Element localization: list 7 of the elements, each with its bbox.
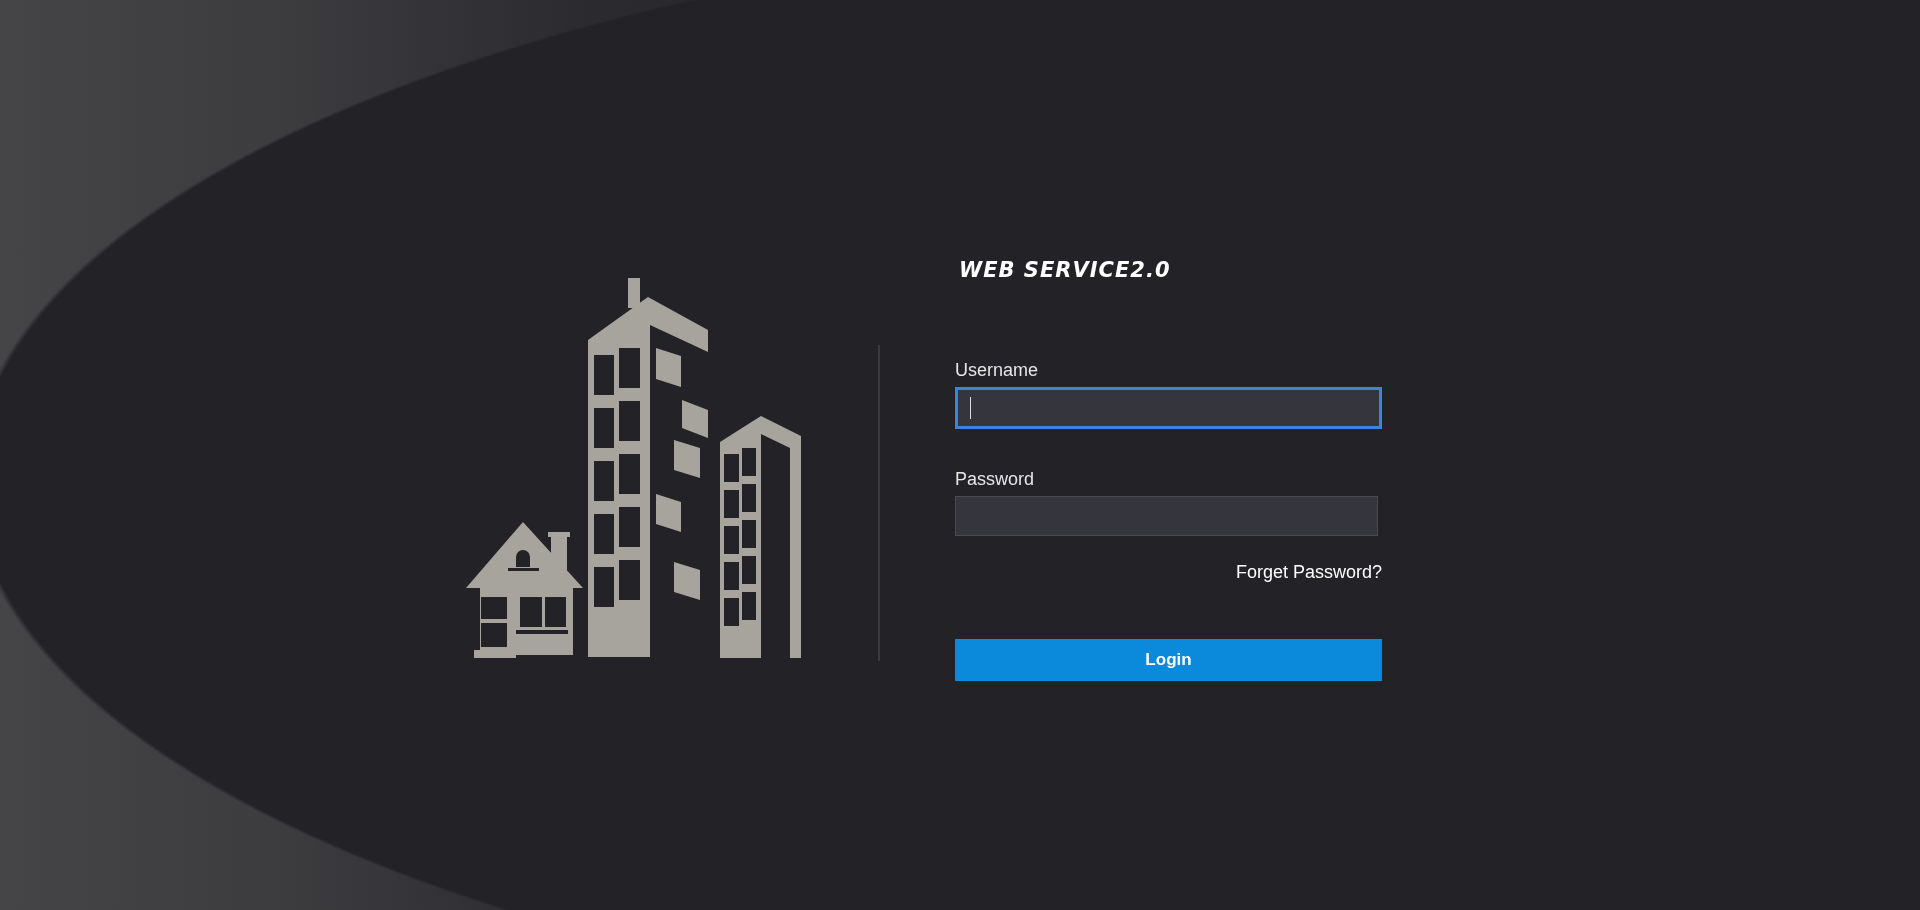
input-field[interactable] — [955, 496, 1378, 536]
forgot-password-link[interactable]: Forget Password? — [1235, 562, 1382, 583]
input-field[interactable] — [955, 387, 1382, 429]
brand-logo-text: WEB SERVICE2.0 — [959, 258, 1172, 282]
login-button[interactable]: Login — [955, 639, 1382, 681]
field-label: Password — [955, 469, 1036, 490]
field-label: Username — [955, 360, 1040, 381]
